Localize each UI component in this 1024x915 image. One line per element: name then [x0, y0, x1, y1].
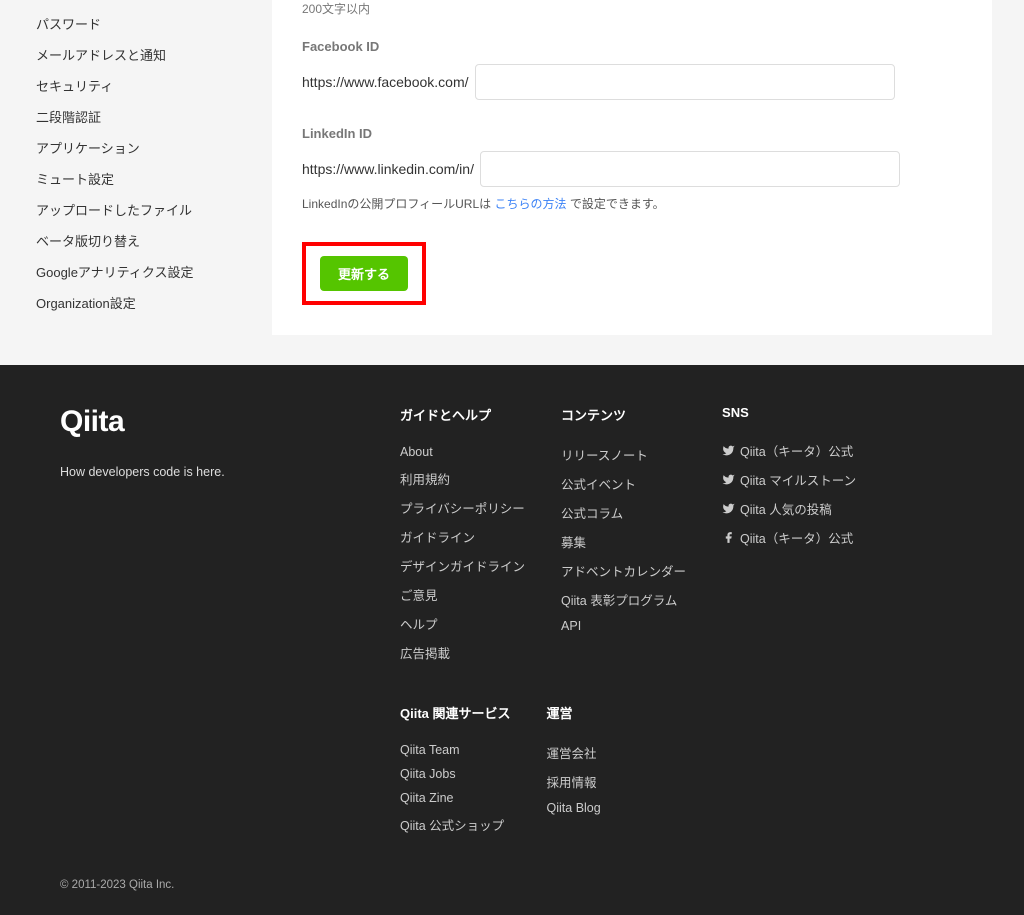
- footer-logo: Qiita: [60, 405, 320, 439]
- facebook-label: Facebook ID: [302, 39, 962, 54]
- footer-heading: ガイドとヘルプ: [400, 405, 525, 424]
- twitter-icon: [722, 502, 735, 515]
- sidebar-item-beta[interactable]: ベータ版切り替え: [32, 225, 232, 256]
- linkedin-help-link[interactable]: こちらの方法: [494, 197, 566, 211]
- footer-link[interactable]: デザインガイドライン: [400, 551, 525, 580]
- char-limit-note: 200文字以内: [302, 0, 962, 17]
- footer-col-sns: SNS Qiita（キータ）公式 Qiita マイルストーン Qiita 人気の…: [722, 405, 856, 667]
- footer-link[interactable]: Qiita 表彰プログラム: [561, 585, 686, 614]
- settings-sidebar: パスワード メールアドレスと通知 セキュリティ 二段階認証 アプリケーション ミ…: [32, 0, 232, 335]
- footer-heading: SNS: [722, 405, 856, 420]
- footer-col-services: Qiita 関連サービス Qiita Team Qiita Jobs Qiita…: [400, 703, 511, 839]
- footer-link[interactable]: プライバシーポリシー: [400, 493, 525, 522]
- facebook-icon: [722, 531, 735, 544]
- footer-col-contents: コンテンツ リリースノート 公式イベント 公式コラム 募集 アドベントカレンダー…: [561, 405, 686, 667]
- footer-link[interactable]: 公式イベント: [561, 469, 686, 498]
- footer-link[interactable]: Qiita 公式ショップ: [400, 810, 511, 839]
- linkedin-field: LinkedIn ID https://www.linkedin.com/in/…: [302, 126, 962, 212]
- linkedin-url-prefix: https://www.linkedin.com/in/: [302, 161, 474, 177]
- footer-link[interactable]: 公式コラム: [561, 498, 686, 527]
- footer-link[interactable]: 運営会社: [547, 738, 657, 767]
- footer-link[interactable]: ガイドライン: [400, 522, 525, 551]
- linkedin-id-input[interactable]: [480, 151, 900, 187]
- footer-link-twitter[interactable]: Qiita 人気の投稿: [722, 494, 856, 523]
- footer-link[interactable]: リリースノート: [561, 440, 686, 469]
- footer-link[interactable]: Qiita Blog: [547, 796, 657, 820]
- sidebar-item-mute[interactable]: ミュート設定: [32, 163, 232, 194]
- sidebar-item-applications[interactable]: アプリケーション: [32, 132, 232, 163]
- sidebar-item-organization[interactable]: Organization設定: [32, 287, 232, 318]
- facebook-url-prefix: https://www.facebook.com/: [302, 74, 469, 90]
- footer-link[interactable]: ご意見: [400, 580, 525, 609]
- sidebar-item-password[interactable]: パスワード: [32, 8, 232, 39]
- footer-link[interactable]: Qiita Jobs: [400, 762, 511, 786]
- footer-link[interactable]: ヘルプ: [400, 609, 525, 638]
- highlight-annotation: 更新する: [302, 242, 426, 305]
- sidebar-item-uploads[interactable]: アップロードしたファイル: [32, 194, 232, 225]
- linkedin-label: LinkedIn ID: [302, 126, 962, 141]
- twitter-icon: [722, 444, 735, 457]
- profile-form-panel: 200文字以内 Facebook ID https://www.facebook…: [272, 0, 992, 335]
- update-button[interactable]: 更新する: [320, 256, 408, 291]
- copyright: © 2011-2023 Qiita Inc.: [60, 879, 964, 891]
- linkedin-note: LinkedInの公開プロフィールURLは こちらの方法 で設定できます。: [302, 195, 962, 212]
- footer-link[interactable]: 募集: [561, 527, 686, 556]
- footer-link[interactable]: 広告掲載: [400, 638, 525, 667]
- footer-link[interactable]: Qiita Team: [400, 738, 511, 762]
- site-footer: Qiita How developers code is here. ガイドとヘ…: [0, 365, 1024, 915]
- footer-link[interactable]: Qiita Zine: [400, 786, 511, 810]
- footer-heading: Qiita 関連サービス: [400, 703, 511, 722]
- footer-link-twitter[interactable]: Qiita（キータ）公式: [722, 436, 856, 465]
- sidebar-item-security[interactable]: セキュリティ: [32, 70, 232, 101]
- footer-heading: コンテンツ: [561, 405, 686, 424]
- footer-col-company: 運営 運営会社 採用情報 Qiita Blog: [547, 703, 657, 839]
- twitter-icon: [722, 473, 735, 486]
- sidebar-item-email[interactable]: メールアドレスと通知: [32, 39, 232, 70]
- facebook-field: Facebook ID https://www.facebook.com/: [302, 39, 962, 100]
- sidebar-item-2fa[interactable]: 二段階認証: [32, 101, 232, 132]
- footer-link-facebook[interactable]: Qiita（キータ）公式: [722, 523, 856, 552]
- footer-link[interactable]: 採用情報: [547, 767, 657, 796]
- footer-link[interactable]: API: [561, 614, 686, 638]
- footer-link[interactable]: About: [400, 440, 525, 464]
- footer-link[interactable]: アドベントカレンダー: [561, 556, 686, 585]
- sidebar-item-analytics[interactable]: Googleアナリティクス設定: [32, 256, 232, 287]
- footer-link[interactable]: 利用規約: [400, 464, 525, 493]
- footer-link-twitter[interactable]: Qiita マイルストーン: [722, 465, 856, 494]
- facebook-id-input[interactable]: [475, 64, 895, 100]
- footer-col-guide: ガイドとヘルプ About 利用規約 プライバシーポリシー ガイドライン デザイ…: [400, 405, 525, 667]
- footer-heading: 運営: [547, 703, 657, 722]
- footer-tagline: How developers code is here.: [60, 465, 320, 479]
